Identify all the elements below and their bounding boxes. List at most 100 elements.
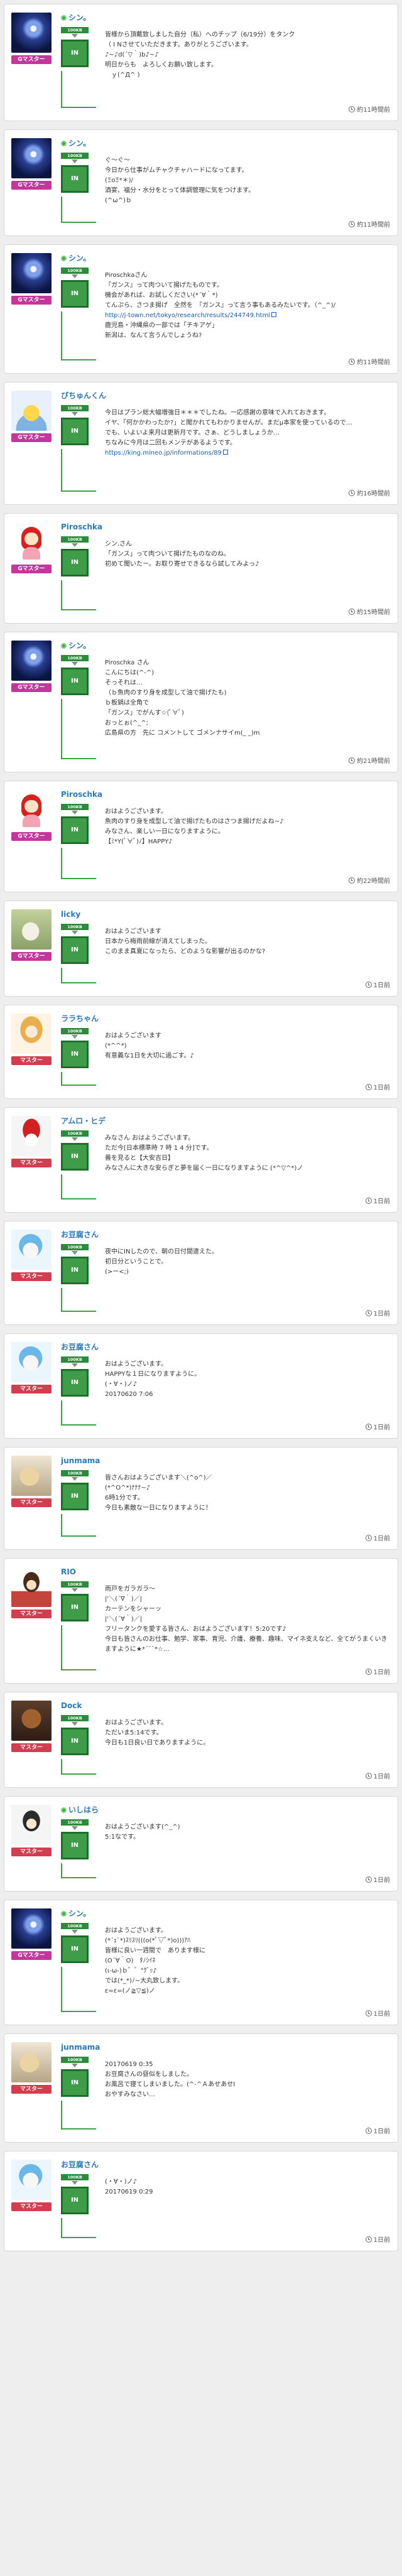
user-avatar[interactable]	[11, 1230, 52, 1270]
user-name-link[interactable]: アムロ・ヒデ	[61, 1116, 106, 1126]
message-text: Piroschka さん こんにちは(^-^) そっそれは… （ｂ魚肉のすり身を…	[105, 659, 260, 737]
badge-amount: 100KB	[61, 1130, 89, 1137]
user-name-link[interactable]: いしはら	[61, 1805, 99, 1815]
author-info: Gマスター	[11, 1908, 52, 1960]
user-avatar[interactable]	[11, 1908, 52, 1949]
clock-icon	[349, 609, 356, 615]
user-avatar[interactable]	[11, 1567, 52, 1607]
user-name-link[interactable]: ララちゃん	[61, 1014, 99, 1024]
post-time: 約16時間前	[349, 490, 390, 498]
post-time-text: 1日前	[373, 982, 390, 989]
clock-icon	[365, 2128, 372, 2134]
user-name-link[interactable]: シン。	[61, 641, 90, 651]
user-name-link[interactable]: junmama	[61, 2042, 100, 2052]
flower-icon	[61, 1911, 67, 1917]
user-avatar[interactable]	[11, 1805, 52, 1845]
rank-badge: Gマスター	[11, 55, 52, 64]
down-arrow-icon	[72, 2064, 78, 2067]
user-avatar[interactable]	[11, 1456, 52, 1496]
user-name-link[interactable]: RIO	[61, 1567, 76, 1577]
tank-in-badge: 100KB IN	[61, 1819, 89, 1859]
user-name: アムロ・ヒデ	[61, 1117, 106, 1125]
post-time: 1日前	[365, 1669, 390, 1677]
external-link-icon	[222, 450, 228, 455]
rank-badge: Gマスター	[11, 181, 52, 190]
user-name-link[interactable]: Dock	[61, 1701, 82, 1711]
post-card: Gマスター シン。 100KB IN 皆様から頂戴致しました自分（私）へのチップ（6/1…	[4, 4, 398, 121]
post-message: おはようございます (*^^*) 有意義な1日を大切に過ごす。♪	[105, 1031, 391, 1061]
user-name-link[interactable]: Piroschka	[61, 789, 102, 799]
user-name-link[interactable]: ぴちゅんくん	[61, 391, 106, 401]
message-text: おはようございます。 ただいま5:14です。 今日も1日良い日でありますように。	[105, 1719, 210, 1746]
badge-amount: 100KB	[61, 536, 89, 543]
user-avatar[interactable]	[11, 1116, 52, 1156]
badge-amount: 100KB	[61, 804, 89, 810]
badge-amount: 100KB	[61, 1028, 89, 1034]
user-name: シン。	[68, 139, 91, 148]
badge-amount: 100KB	[61, 655, 89, 661]
badge-amount: 100KB	[61, 268, 89, 274]
badge-amount: 100KB	[61, 1819, 89, 1826]
user-avatar[interactable]	[11, 1701, 52, 1741]
post-time-text: 1日前	[373, 1669, 390, 1676]
rank-badge: マスター	[11, 1385, 52, 1394]
user-avatar[interactable]	[11, 391, 52, 431]
badge-bracket-line	[61, 968, 96, 983]
user-avatar[interactable]	[11, 2160, 52, 2200]
user-name-link[interactable]: licky	[61, 909, 80, 919]
down-arrow-icon	[72, 811, 78, 814]
tank-in-badge: 100KB IN	[61, 924, 89, 964]
clock-icon	[365, 1198, 372, 1204]
rank-badge: Gマスター	[11, 832, 52, 841]
post-message: 今日はプラン総大幅増強日＊＊＊でしたね。一応感謝の意味で入れておきます。 イヤ、…	[105, 408, 391, 458]
external-link-icon	[271, 312, 277, 317]
user-name-link[interactable]: junmama	[61, 1456, 100, 1466]
badge-direction: IN	[61, 1832, 89, 1859]
user-avatar[interactable]	[11, 1014, 52, 1054]
user-avatar[interactable]	[11, 13, 52, 53]
message-link[interactable]: http://j-town.net/tokyo/research/results…	[105, 312, 277, 319]
down-arrow-icon	[72, 1930, 78, 1934]
author-info: マスター	[11, 1014, 52, 1065]
post-card: Gマスター シン。 100KB IN Piroschkaさん 『ガンス』って肉ついて揚げ…	[4, 244, 398, 374]
clock-icon	[349, 877, 356, 884]
flower-icon	[61, 15, 67, 21]
post-card: Gマスター シン。 100KB IN おはようございます。 (*´ｪ`*)ｽﾘｽﾘ(((…	[4, 1900, 398, 2025]
tank-in-badge: 100KB IN	[61, 804, 89, 844]
user-name-link[interactable]: シン。	[61, 138, 90, 148]
user-name-link[interactable]: Piroschka	[61, 522, 102, 532]
post-time-text: 約11時間前	[357, 222, 390, 229]
user-avatar[interactable]	[11, 789, 52, 830]
user-avatar[interactable]	[11, 522, 52, 562]
post-card: Gマスター Piroschka 100KB IN おはようございます。 魚肉のすり身を成…	[4, 781, 398, 892]
user-name-link[interactable]: シン。	[61, 253, 90, 263]
user-avatar[interactable]	[11, 909, 52, 950]
badge-direction: IN	[61, 280, 89, 308]
badge-bracket-line	[61, 197, 96, 223]
tank-in-badge: 100KB IN	[61, 405, 89, 445]
post-time: 約22時間前	[349, 877, 390, 885]
rank-badge: マスター	[11, 1498, 52, 1507]
rank-badge: Gマスター	[11, 565, 52, 573]
user-name-link[interactable]: シン。	[61, 13, 90, 23]
user-name-link[interactable]: お豆腐さん	[61, 1230, 99, 1240]
user-name-link[interactable]: シン。	[61, 1908, 90, 1918]
down-arrow-icon	[72, 34, 78, 38]
post-time-text: 約21時間前	[357, 758, 390, 765]
user-avatar[interactable]	[11, 138, 52, 178]
clock-icon	[365, 1310, 372, 1316]
author-info: Gマスター	[11, 909, 52, 961]
user-name: シン。	[68, 13, 91, 22]
post-message: おはようございます。 魚肉のすり身を成型して油で揚げたものはさつま揚げだよね~♪…	[105, 807, 391, 847]
author-info: マスター	[11, 1805, 52, 1856]
user-avatar[interactable]	[11, 641, 52, 681]
user-avatar[interactable]	[11, 2042, 52, 2082]
user-name-link[interactable]: お豆腐さん	[61, 1342, 99, 1352]
message-text: 雨戸をガラガラ～ |'＼(´∇｀)／| カーテンをシャーッ |'＼(´∀｀)／|…	[105, 1586, 388, 1653]
user-name-link[interactable]: お豆腐さん	[61, 2160, 99, 2170]
user-avatar[interactable]	[11, 253, 52, 293]
post-message: シン.さん 「ガンス」って肉ついて揚げたものなのね。 初めて聞いたー。お取り寄せ…	[105, 539, 391, 570]
user-avatar[interactable]	[11, 1342, 52, 1382]
post-time-text: 1日前	[373, 1877, 390, 1884]
message-link[interactable]: https://king.mineo.jp/informations/89	[105, 450, 228, 457]
